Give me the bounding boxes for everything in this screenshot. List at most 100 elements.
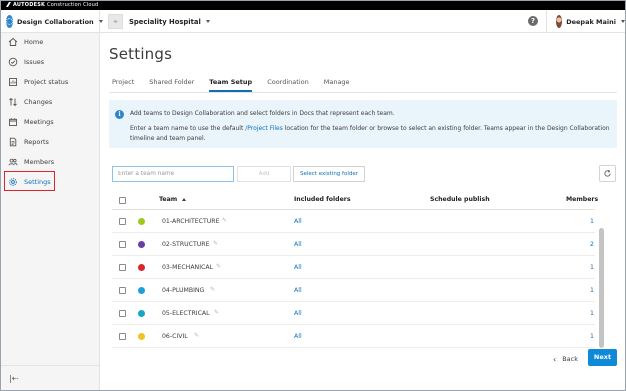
refresh-button[interactable]	[599, 165, 616, 182]
info-banner: i Add teams to Design Collaboration and …	[109, 100, 617, 148]
info-text-line-3: timeline and team panel.	[130, 135, 206, 142]
team-color-dot	[138, 310, 145, 317]
tab-shared-folder[interactable]: Shared Folder	[149, 78, 194, 92]
members-count-link[interactable]: 1	[590, 333, 594, 340]
help-icon[interactable]: ?	[528, 16, 538, 26]
sidebar-item-label: Issues	[24, 58, 45, 66]
included-folders-link[interactable]: All	[294, 287, 302, 294]
app-window: AUTODESK Construction Cloud Design Colla…	[0, 0, 626, 391]
included-folders-link[interactable]: All	[294, 333, 302, 340]
team-column-header[interactable]: Team	[159, 196, 187, 203]
edit-pencil-icon[interactable]: ✎	[222, 217, 227, 224]
row-checkbox[interactable]	[119, 333, 126, 340]
table-scrollbar[interactable]	[599, 228, 604, 348]
table-header: Team Included folders Schedule publish M…	[112, 193, 617, 207]
included-folders-link[interactable]: All	[294, 310, 302, 317]
team-name: 05-ELECTRICAL	[162, 310, 210, 317]
sidebar: Home Issues Project status Changes Meeti…	[1, 33, 100, 390]
project-thumbnail-icon: ⌖	[108, 14, 123, 29]
tab-project[interactable]: Project	[112, 78, 134, 92]
module-name: Design Collaboration	[17, 17, 94, 26]
sidebar-item-project-status[interactable]: Project status	[1, 73, 100, 91]
table-row[interactable]: 02-STRUCTURE ✎ All 2	[112, 233, 595, 256]
main-content: Settings Project Shared Folder Team Setu…	[101, 33, 625, 390]
team-name-input[interactable]	[112, 166, 234, 182]
team-name: 04-PLUMBING	[162, 287, 205, 294]
row-checkbox[interactable]	[119, 287, 126, 294]
table-row[interactable]: 04-PLUMBING ✎ All 1	[112, 279, 595, 302]
team-name: 01-ARCHITECTURE	[162, 218, 220, 225]
sidebar-item-members[interactable]: Members	[1, 153, 100, 171]
edit-pencil-icon[interactable]: ✎	[210, 286, 215, 293]
collapse-sidebar-button[interactable]: |⇠	[1, 365, 100, 390]
team-color-dot	[138, 333, 145, 340]
edit-pencil-icon[interactable]: ✎	[216, 263, 221, 270]
select-existing-folder-button[interactable]: Select existing folder	[293, 166, 365, 182]
table-row[interactable]: 06-CIVIL ✎ All 1	[112, 325, 595, 348]
tabs-divider	[109, 92, 617, 93]
sidebar-item-reports[interactable]: Reports	[1, 133, 100, 151]
info-text: Enter a team name to use the default	[130, 125, 246, 132]
members-count-link[interactable]: 1	[590, 218, 594, 225]
edit-pencil-icon[interactable]: ✎	[213, 240, 218, 247]
add-team-button[interactable]: Add	[237, 166, 291, 182]
info-icon: i	[115, 110, 124, 119]
reports-icon	[8, 137, 18, 147]
members-count-link[interactable]: 1	[590, 264, 594, 271]
table-row[interactable]: 01-ARCHITECTURE ✎ All 1	[112, 210, 595, 233]
members-count-link[interactable]: 1	[590, 310, 594, 317]
back-label: Back	[562, 355, 578, 363]
project-name: Speciality Hospital	[129, 17, 201, 26]
sidebar-item-issues[interactable]: Issues	[1, 53, 100, 71]
home-icon	[8, 37, 18, 47]
sidebar-item-meetings[interactable]: Meetings	[1, 113, 100, 131]
project-selector[interactable]: ⌖ Speciality Hospital	[108, 13, 210, 30]
info-text: location for the team folder or browse t…	[282, 125, 610, 132]
chevron-down-icon	[98, 20, 103, 23]
project-files-link[interactable]: /Project Files	[245, 125, 283, 132]
table-row[interactable]: 03-MECHANICAL ✎ All 1	[112, 256, 595, 279]
included-folders-link[interactable]: All	[294, 241, 302, 248]
team-color-dot	[138, 218, 145, 225]
edit-pencil-icon[interactable]: ✎	[194, 332, 199, 339]
info-text-line-1: Add teams to Design Collaboration and se…	[130, 110, 395, 117]
chevron-down-icon	[621, 20, 625, 23]
team-header-label: Team	[159, 196, 178, 203]
tab-manage[interactable]: Manage	[324, 78, 350, 92]
members-count-link[interactable]: 1	[590, 287, 594, 294]
tab-team-setup[interactable]: Team Setup	[209, 78, 253, 92]
info-text-line-2: Enter a team name to use the default /Pr…	[130, 125, 610, 132]
next-button[interactable]: Next	[588, 349, 617, 366]
row-checkbox[interactable]	[119, 310, 126, 317]
sidebar-item-label: Home	[24, 38, 44, 46]
changes-icon	[8, 97, 18, 107]
members-count-link[interactable]: 2	[590, 241, 594, 248]
select-all-checkbox[interactable]	[119, 197, 126, 204]
row-checkbox[interactable]	[119, 264, 126, 271]
settings-tabs: Project Shared Folder Team Setup Coordin…	[112, 78, 365, 92]
module-switcher[interactable]: Design Collaboration	[1, 10, 103, 33]
row-checkbox[interactable]	[119, 218, 126, 225]
row-checkbox[interactable]	[119, 241, 126, 248]
edit-pencil-icon[interactable]: ✎	[214, 309, 219, 316]
included-folders-link[interactable]: All	[294, 264, 302, 271]
sidebar-item-home[interactable]: Home	[1, 33, 100, 51]
sidebar-item-changes[interactable]: Changes	[1, 93, 100, 111]
table-row[interactable]: 05-ELECTRICAL ✎ All 1	[112, 302, 595, 325]
tab-coordination[interactable]: Coordination	[267, 78, 309, 92]
back-button[interactable]: ‹ Back	[553, 352, 578, 366]
schedule-publish-header: Schedule publish	[430, 196, 490, 203]
members-header: Members	[566, 196, 599, 203]
user-name: Deepak Maini	[566, 17, 616, 26]
team-name: 03-MECHANICAL	[162, 264, 214, 271]
collapse-sidebar-icon: |⇠	[9, 373, 19, 383]
sidebar-item-label: Project status	[24, 78, 69, 86]
sidebar-item-label: Reports	[24, 138, 49, 146]
refresh-icon	[604, 169, 611, 177]
autodesk-logo: AUTODESK Construction Cloud	[6, 2, 98, 8]
included-folders-link[interactable]: All	[294, 218, 302, 225]
user-menu[interactable]: Deepak Maini	[546, 10, 625, 33]
page-title: Settings	[109, 45, 173, 63]
avatar	[556, 15, 563, 28]
team-color-dot	[138, 241, 145, 248]
